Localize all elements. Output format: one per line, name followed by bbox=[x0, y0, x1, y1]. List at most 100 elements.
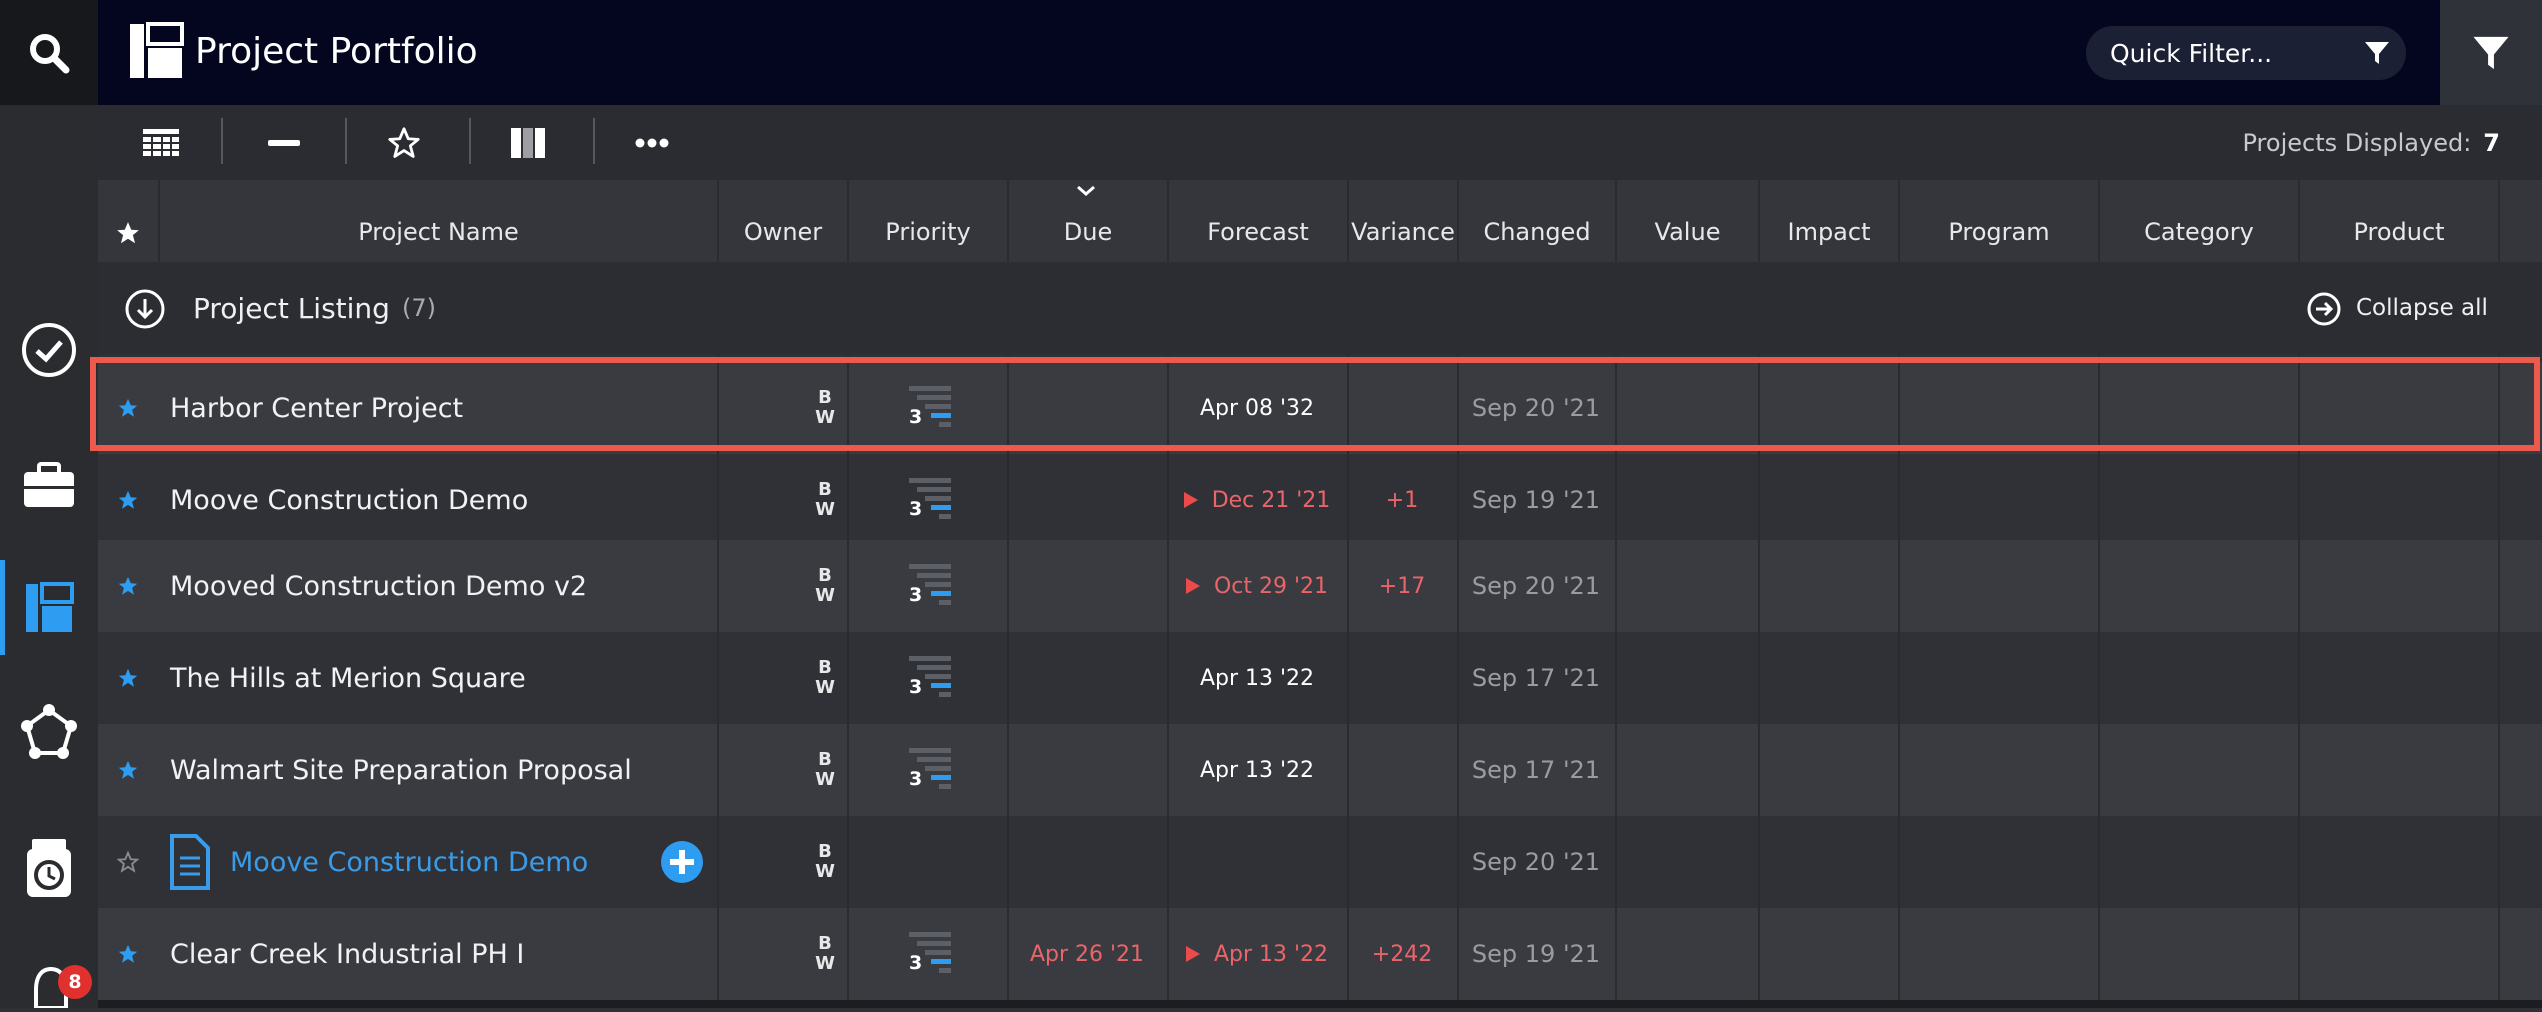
owner-initial: W bbox=[815, 499, 835, 520]
favorite-star-button[interactable] bbox=[98, 724, 158, 816]
unfavorite-star-button[interactable] bbox=[98, 816, 158, 908]
star-filled-icon bbox=[118, 760, 138, 779]
star-outline-icon bbox=[117, 851, 139, 873]
due-date: Apr 26 '21 bbox=[1029, 941, 1145, 967]
forecast-date: Dec 21 '21 bbox=[1167, 454, 1347, 546]
star-filled-icon bbox=[118, 576, 138, 595]
projects-displayed: Projects Displayed: 7 bbox=[2100, 105, 2501, 180]
variance-value: +242 bbox=[1371, 941, 1433, 967]
forecast-date-text: Oct 29 '21 bbox=[1213, 573, 1329, 599]
filter-panel-button[interactable] bbox=[2440, 0, 2542, 105]
changed-date: Sep 19 '21 bbox=[1471, 486, 1601, 514]
project-name[interactable]: Walmart Site Preparation Proposal bbox=[170, 724, 632, 816]
owner-initials: BW bbox=[785, 816, 865, 908]
column-changed[interactable]: Changed bbox=[1457, 180, 1615, 262]
group-title-wrap: Project Listing (7) bbox=[193, 262, 436, 354]
column-priority[interactable]: Priority bbox=[847, 180, 1007, 262]
late-flag-icon bbox=[1185, 946, 1200, 962]
favorite-star-button[interactable] bbox=[98, 908, 158, 1000]
toolbar-separator bbox=[593, 118, 595, 164]
priority-indicator: 3 bbox=[905, 562, 955, 612]
column-overflow bbox=[2498, 180, 2542, 262]
grid-view-button[interactable] bbox=[135, 105, 187, 180]
owner-initial: W bbox=[815, 861, 835, 882]
page-title: Project Portfolio bbox=[195, 31, 478, 72]
column-forecast[interactable]: Forecast bbox=[1167, 180, 1347, 262]
funnel-icon bbox=[2365, 42, 2389, 64]
owner-initial: B bbox=[818, 933, 832, 954]
project-name[interactable]: Mooved Construction Demo v2 bbox=[170, 540, 587, 632]
group-toggle-button[interactable] bbox=[124, 288, 166, 334]
star-filled-icon bbox=[118, 668, 138, 687]
column-owner[interactable]: Owner bbox=[717, 180, 847, 262]
favorite-star-button[interactable] bbox=[98, 632, 158, 724]
owner-initial: W bbox=[815, 953, 835, 974]
priority-indicator: 3 bbox=[905, 930, 955, 980]
search-icon bbox=[30, 33, 70, 73]
priority-indicator: 3 bbox=[905, 654, 955, 704]
projects-displayed-label: Projects Displayed: bbox=[2242, 128, 2472, 157]
priority-number: 3 bbox=[909, 498, 923, 520]
star-outline-icon bbox=[388, 126, 420, 158]
minus-icon bbox=[268, 139, 300, 146]
app-logo bbox=[128, 22, 184, 84]
quick-filter-funnel-button[interactable] bbox=[2364, 40, 2390, 70]
toolbar-separator bbox=[345, 118, 347, 164]
priority-number: 3 bbox=[909, 768, 923, 790]
owner-initial: W bbox=[815, 677, 835, 698]
priority-number: 3 bbox=[909, 676, 923, 698]
document-icon bbox=[168, 834, 212, 894]
selected-row-highlight bbox=[90, 357, 2540, 451]
collapse-all-button[interactable]: Collapse all bbox=[2356, 262, 2488, 354]
changed-date: Sep 20 '21 bbox=[1471, 572, 1601, 600]
favorite-column-header[interactable] bbox=[98, 180, 158, 262]
project-name[interactable]: Moove Construction Demo bbox=[170, 454, 528, 546]
project-portfolio-nav[interactable] bbox=[0, 563, 98, 653]
tasks-nav[interactable] bbox=[0, 305, 98, 395]
forecast-date-text: Apr 13 '22 bbox=[1213, 941, 1329, 967]
portfolio-briefcase-nav[interactable] bbox=[0, 440, 98, 530]
forecast-date: Apr 13 '22 bbox=[1167, 908, 1347, 1000]
column-category[interactable]: Category bbox=[2098, 180, 2298, 262]
column-value[interactable]: Value bbox=[1615, 180, 1758, 262]
forecast-date: Apr 13 '22 bbox=[1167, 724, 1347, 816]
project-name[interactable]: The Hills at Merion Square bbox=[170, 632, 526, 724]
owner-initial: W bbox=[815, 585, 835, 606]
column-program[interactable]: Program bbox=[1898, 180, 2098, 262]
more-options-button[interactable] bbox=[626, 105, 678, 180]
owner-initials: BW bbox=[785, 540, 865, 632]
forecast-date-text: Apr 13 '22 bbox=[1199, 665, 1315, 691]
owner-initial: B bbox=[818, 565, 832, 586]
arrow-down-circle-icon bbox=[125, 289, 165, 329]
quick-filter-input[interactable]: Quick Filter... bbox=[2086, 26, 2406, 80]
priority-indicator: 3 bbox=[905, 746, 955, 796]
forecast-date: Oct 29 '21 bbox=[1167, 540, 1347, 632]
owner-initial: B bbox=[818, 657, 832, 678]
favorite-star-button[interactable] bbox=[98, 540, 158, 632]
owner-initial: B bbox=[818, 479, 832, 500]
forecast-date-text: Dec 21 '21 bbox=[1211, 487, 1331, 513]
network-nav[interactable] bbox=[0, 688, 98, 778]
favorites-button[interactable] bbox=[378, 105, 430, 180]
column-product[interactable]: Product bbox=[2298, 180, 2498, 262]
forecast-date: Apr 13 '22 bbox=[1167, 632, 1347, 724]
project-name[interactable]: Clear Creek Industrial PH I bbox=[170, 908, 524, 1000]
group-header bbox=[98, 262, 2542, 354]
variance-value: +1 bbox=[1385, 487, 1419, 513]
grid-icon bbox=[143, 128, 179, 156]
column-project-name[interactable]: Project Name bbox=[158, 180, 717, 262]
projects-displayed-count: 7 bbox=[2483, 128, 2500, 157]
column-impact[interactable]: Impact bbox=[1758, 180, 1898, 262]
columns-button[interactable] bbox=[502, 105, 554, 180]
search-button[interactable] bbox=[0, 0, 98, 105]
collapse-rows-button[interactable] bbox=[258, 105, 310, 180]
column-variance[interactable]: Variance bbox=[1347, 180, 1457, 262]
timesheet-nav[interactable] bbox=[0, 823, 98, 913]
project-name-link[interactable]: Moove Construction Demo bbox=[230, 816, 588, 908]
more-dots-icon bbox=[635, 138, 669, 147]
add-project-button[interactable] bbox=[660, 840, 704, 888]
collapse-all-icon bbox=[2306, 291, 2342, 331]
favorite-star-button[interactable] bbox=[98, 454, 158, 546]
network-icon bbox=[21, 704, 77, 759]
group-count: (7) bbox=[401, 294, 436, 322]
